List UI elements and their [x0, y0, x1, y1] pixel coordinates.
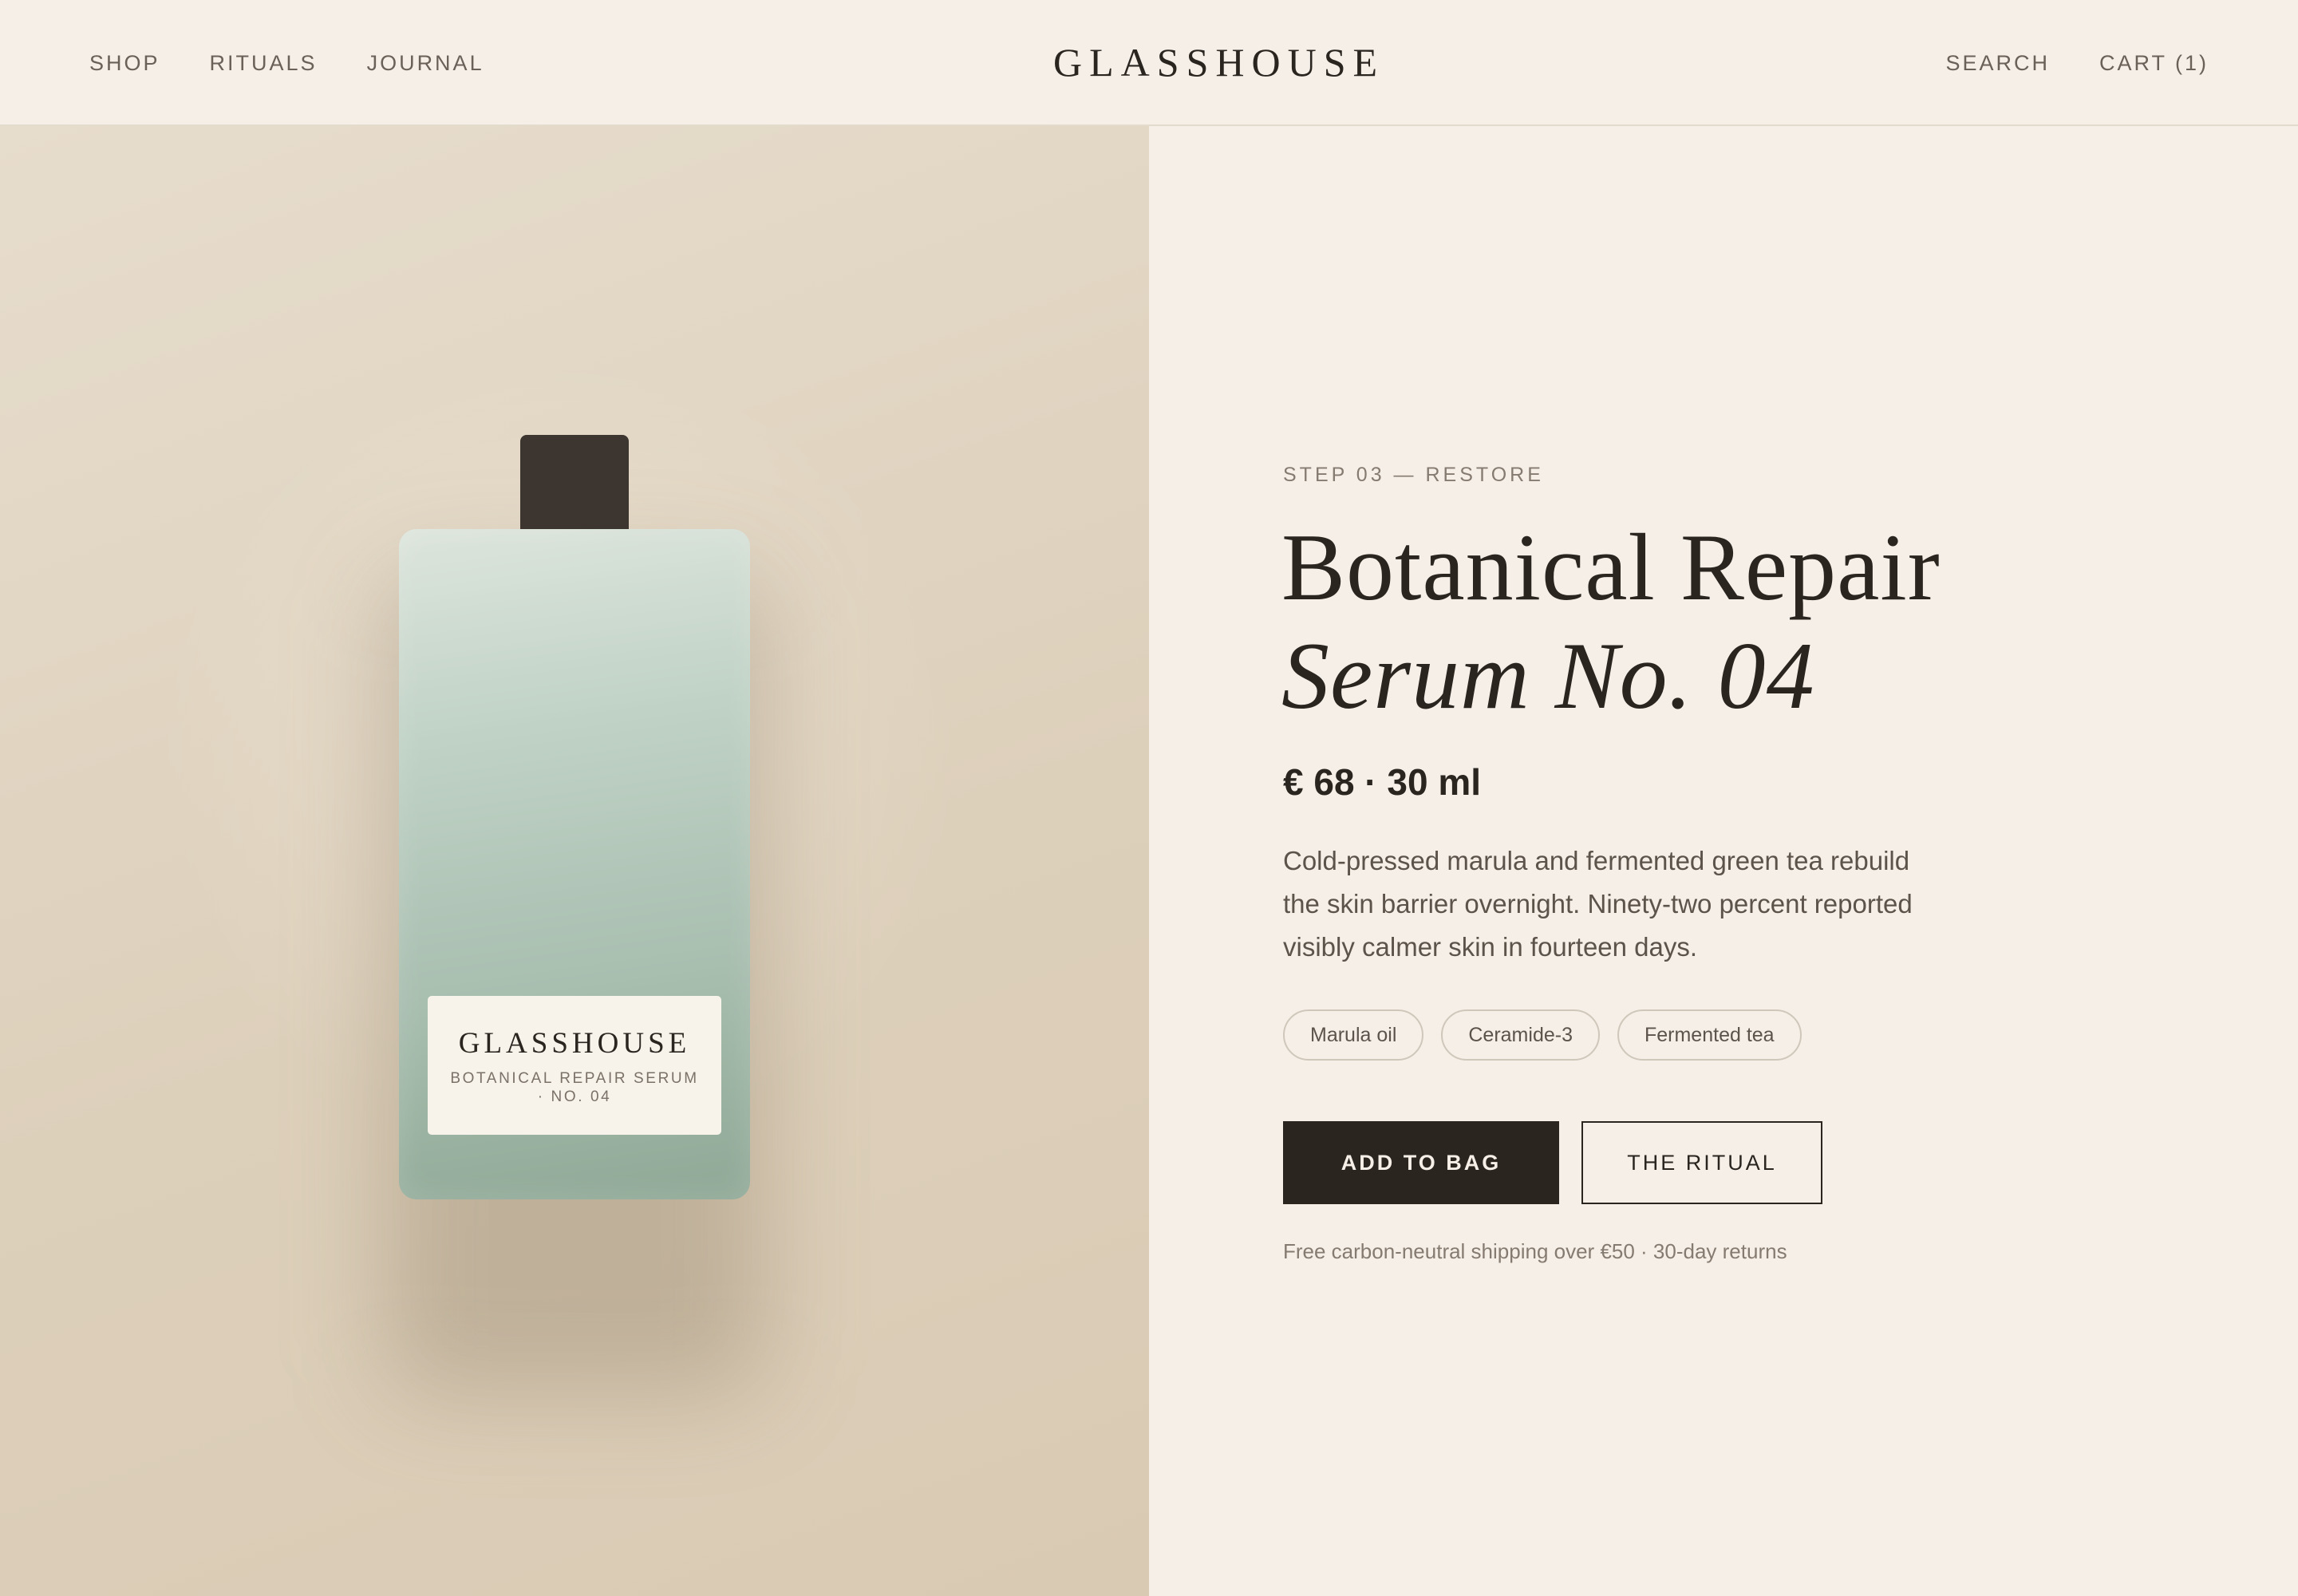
search-link[interactable]: SEARCH: [1945, 48, 2050, 78]
product-description: Cold-pressed marula and fermented green …: [1283, 846, 1913, 962]
product-visual: GLASSHOUSE BOTANICAL REPAIR SERUM · NO. …: [0, 126, 1149, 1596]
bottle-label: GLASSHOUSE BOTANICAL REPAIR SERUM · NO. …: [428, 996, 721, 1135]
tag-marula-oil[interactable]: Marula oil: [1283, 1009, 1424, 1061]
product-info: STEP 03 — RESTORE Botanical Repair Serum…: [1149, 126, 2298, 1596]
tag-ceramide-3[interactable]: Ceramide-3: [1441, 1009, 1600, 1061]
product-title: Botanical Repair Serum No. 04: [1281, 513, 1941, 730]
add-to-bag-button[interactable]: ADD TO BAG: [1283, 1121, 1559, 1204]
primary-nav: SHOP RITUALS JOURNAL: [89, 48, 484, 78]
product-price: € 68 · 30 ml: [1283, 761, 1482, 803]
bottle-cap: [520, 435, 629, 532]
product-title-line1: Botanical Repair: [1281, 514, 1941, 620]
ingredient-tags: Marula oil Ceramide-3 Fermented tea: [1283, 1009, 1802, 1061]
product-title-line2: Serum No. 04: [1281, 622, 1815, 729]
shipping-note: Free carbon-neutral shipping over €50 · …: [1283, 1239, 1787, 1263]
product-eyebrow: STEP 03 — RESTORE: [1283, 464, 1544, 486]
nav-link-shop[interactable]: SHOP: [89, 48, 160, 78]
site-header: SHOP RITUALS JOURNAL GLASSHOUSE SEARCH C…: [0, 0, 2298, 126]
cart-link[interactable]: CART (1): [2099, 48, 2209, 78]
bottle-label-brand: GLASSHOUSE: [458, 1027, 691, 1060]
nav-link-journal[interactable]: JOURNAL: [367, 48, 484, 78]
utility-nav: SEARCH CART (1): [1945, 48, 2209, 78]
the-ritual-button[interactable]: THE RITUAL: [1581, 1121, 1822, 1204]
tag-fermented-tea[interactable]: Fermented tea: [1617, 1009, 1802, 1061]
brand-logo[interactable]: GLASSHOUSE: [1053, 38, 1377, 86]
nav-link-rituals[interactable]: RITUALS: [210, 48, 318, 78]
bottle-label-subtitle: BOTANICAL REPAIR SERUM · NO. 04: [450, 1070, 699, 1105]
